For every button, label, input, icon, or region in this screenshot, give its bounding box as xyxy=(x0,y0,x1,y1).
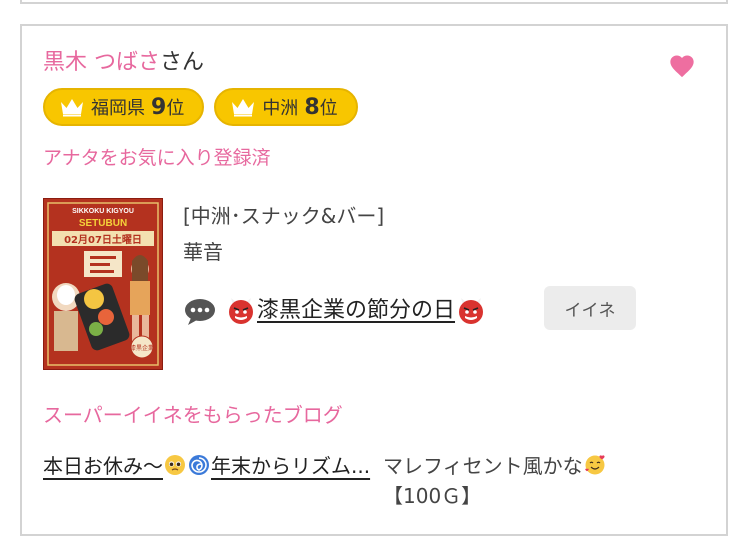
badge-rank-unit: 位 xyxy=(319,98,338,119)
thumbnail-image: SIKKOKU KIGYOU SETUBUN 02月07日土曜日 漆黒企業 xyxy=(44,199,162,369)
badge-area: 福岡県 xyxy=(91,98,145,119)
favorite-cast-card: 黒木 つばささん 福岡県 9 位 中洲 8 位 アナタをお気に入り登録済 SIK… xyxy=(20,24,728,536)
super-description-text: マレフィセント風かな xyxy=(383,454,583,478)
ogre-icon xyxy=(459,298,484,324)
thumb-brand: SIKKOKU KIGYOU xyxy=(72,208,134,215)
thumb-event: SETUBUN xyxy=(79,218,127,229)
honorific: さん xyxy=(160,50,205,75)
ranking-badge-area[interactable]: 中洲 8 位 xyxy=(214,88,358,126)
previous-card xyxy=(20,0,728,4)
super-iine-blog-link[interactable]: 本日お休み〜 年末からリズム... xyxy=(43,451,373,481)
cast-name-line: 黒木 つばささん xyxy=(43,48,204,78)
blog-row: 漆黒企業の節分の日 xyxy=(183,296,487,326)
super-reward: 【100Ｇ】 xyxy=(383,484,482,508)
blog-thumbnail[interactable]: SIKKOKU KIGYOU SETUBUN 02月07日土曜日 漆黒企業 xyxy=(43,198,163,370)
blog-title-text: 漆黒企業の節分の日 xyxy=(257,298,456,323)
badge-rank: 8 xyxy=(304,94,320,120)
super-blog-link-text-1: 本日お休み〜 xyxy=(43,454,163,478)
thumb-footer: 漆黒企業 xyxy=(130,344,154,352)
favorite-status: アナタをお気に入り登録済 xyxy=(43,147,271,169)
iine-button[interactable]: イイネ xyxy=(544,286,636,330)
cast-name-link[interactable]: 黒木 つばさ xyxy=(43,50,160,75)
ranking-badges: 福岡県 9 位 中洲 8 位 xyxy=(43,88,358,126)
badge-area: 中洲 xyxy=(262,98,299,119)
super-iine-heading: スーパーイイネをもらったブログ xyxy=(43,403,343,427)
crown-icon xyxy=(61,99,83,117)
badge-rank: 9 xyxy=(151,94,167,120)
super-iine-description: マレフィセント風かな 【100Ｇ】 xyxy=(383,451,703,511)
thumb-date: 02月07日土曜日 xyxy=(64,233,142,246)
cyclone-icon xyxy=(189,455,209,475)
speech-bubble-icon xyxy=(185,299,215,325)
blog-cast-name: 華音 xyxy=(183,240,223,264)
super-blog-link-text-2: 年末からリズム... xyxy=(211,454,371,478)
blog-title-link[interactable]: 漆黒企業の節分の日 xyxy=(225,296,487,326)
badge-rank-unit: 位 xyxy=(166,98,185,119)
ranking-badge-prefecture[interactable]: 福岡県 9 位 xyxy=(43,88,205,126)
heart-icon[interactable] xyxy=(668,52,696,80)
smiling-face-with-hearts-icon xyxy=(584,455,605,475)
ogre-icon xyxy=(229,298,253,324)
crown-icon xyxy=(232,99,255,117)
shop-label: [中洲･スナック&バー] xyxy=(183,204,385,228)
pleading-face-icon xyxy=(165,455,185,475)
